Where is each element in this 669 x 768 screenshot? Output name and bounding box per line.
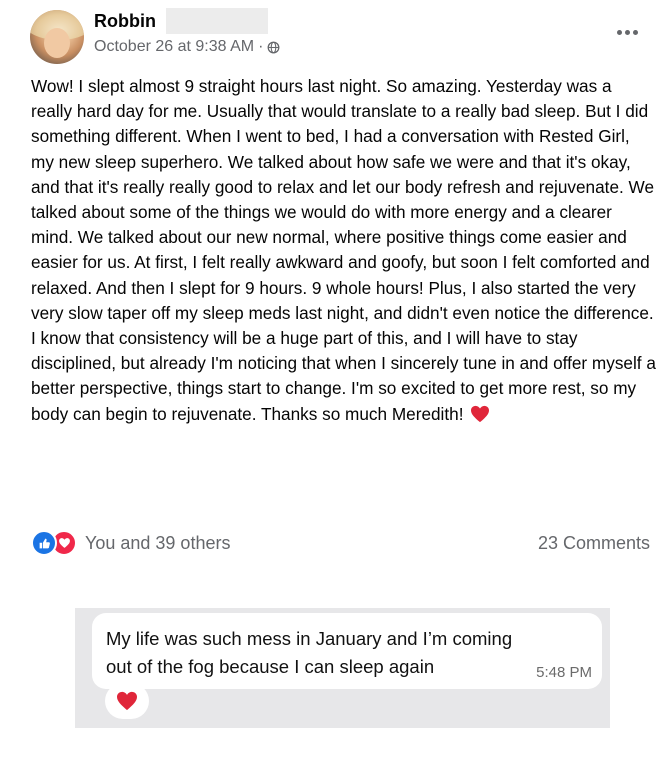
- name-redaction: [166, 8, 268, 34]
- meta-separator: ·: [258, 38, 264, 55]
- author-name[interactable]: Robbin: [94, 11, 156, 32]
- more-options-icon[interactable]: [612, 22, 642, 42]
- red-heart-icon: [471, 405, 490, 422]
- red-heart-icon: [117, 691, 137, 711]
- post-timestamp[interactable]: October 26 at 9:38 AM: [94, 38, 254, 56]
- post-meta: October 26 at 9:38 AM ·: [94, 38, 280, 56]
- facebook-post: Robbin October 26 at 9:38 AM · Wow! I sl…: [0, 0, 669, 580]
- message-text: My life was such mess in January and I’m…: [106, 628, 513, 677]
- message-time: 5:48 PM: [536, 664, 592, 681]
- reactions-label[interactable]: You and 39 others: [85, 533, 230, 554]
- avatar-face: [44, 28, 70, 58]
- message-screenshot: My life was such mess in January and I’m…: [75, 608, 610, 728]
- message-bubble: My life was such mess in January and I’m…: [92, 613, 602, 689]
- globe-icon[interactable]: [267, 41, 280, 54]
- message-reaction[interactable]: [105, 683, 149, 719]
- post-body-text: Wow! I slept almost 9 straight hours las…: [31, 76, 656, 424]
- reactions-summary[interactable]: You and 39 others: [31, 530, 230, 556]
- post-body: Wow! I slept almost 9 straight hours las…: [31, 74, 656, 427]
- comments-count[interactable]: 23 Comments: [538, 533, 650, 554]
- avatar[interactable]: [30, 10, 84, 64]
- like-icon: [31, 530, 57, 556]
